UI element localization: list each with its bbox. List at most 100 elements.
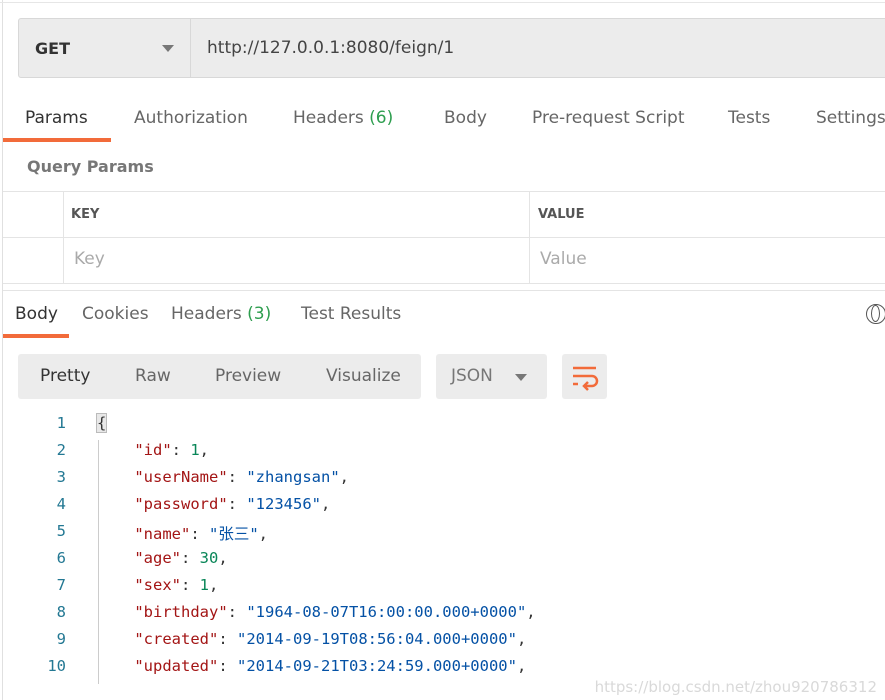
code-token: : (190, 525, 209, 543)
line-number: 4 (56, 495, 66, 513)
response-headers-label: Headers (171, 304, 242, 324)
response-tab-cookies[interactable]: Cookies (82, 304, 149, 324)
code-token: : (181, 576, 200, 594)
key-header: KEY (71, 207, 100, 222)
code-line: "sex": 1, (97, 576, 218, 594)
view-raw[interactable]: Raw (135, 366, 171, 386)
code-token: 1 (199, 576, 210, 594)
code-token: "2014-09-21T03:24:59.000+0000" (237, 657, 517, 675)
code-token: "zhangsan" (246, 468, 340, 486)
response-tab-test-results[interactable]: Test Results (301, 304, 401, 324)
tab-params[interactable]: Params (25, 108, 88, 128)
headers-count: (6) (369, 108, 394, 128)
line-number: 2 (56, 441, 66, 459)
left-border (2, 0, 3, 700)
code-token: , (199, 441, 210, 459)
code-token: "updated" (134, 657, 219, 675)
code-token: "created" (134, 630, 219, 648)
code-line: { (95, 413, 108, 433)
tab-pre-request-script[interactable]: Pre-request Script (532, 108, 685, 128)
code-line: "birthday": "1964-08-07T16:00:00.000+000… (97, 603, 536, 621)
response-headers-count: (3) (247, 304, 272, 324)
tab-headers-label: Headers (293, 108, 364, 128)
code-token: "sex" (134, 576, 181, 594)
code-token: "name" (134, 525, 191, 543)
code-token: { (95, 413, 108, 433)
globe-icon[interactable] (866, 304, 885, 324)
line-number: 7 (56, 576, 66, 594)
code-token: : (227, 495, 247, 513)
method-label: GET (35, 38, 70, 58)
tab-tests[interactable]: Tests (728, 108, 770, 128)
query-params-table: KEY VALUE Key Value (3, 191, 885, 284)
view-visualize[interactable]: Visualize (326, 366, 401, 386)
key-input[interactable]: Key (74, 249, 105, 269)
line-number: 6 (56, 549, 66, 567)
code-token: "1964-08-07T16:00:00.000+0000" (246, 603, 527, 621)
code-token: "123456" (246, 495, 321, 513)
view-pretty[interactable]: Pretty (40, 366, 90, 386)
active-tab-indicator (3, 138, 111, 142)
code-token: "userName" (134, 468, 228, 486)
code-token: "birthday" (134, 603, 228, 621)
pane-divider[interactable] (3, 290, 885, 291)
active-response-tab-indicator (3, 334, 69, 338)
top-border (0, 2, 885, 3)
line-number: 9 (56, 630, 66, 648)
line-number: 5 (56, 522, 66, 540)
code-token: , (209, 576, 219, 594)
code-token: , (516, 630, 527, 648)
code-token: 30 (199, 549, 219, 567)
code-line: "name": "张三", (97, 522, 268, 544)
code-token: "id" (134, 441, 172, 459)
tab-authorization[interactable]: Authorization (134, 108, 248, 128)
code-token: "2014-09-19T08:56:04.000+0000" (237, 630, 517, 648)
chevron-down-icon (162, 45, 174, 52)
code-line: "password": "123456", (97, 495, 330, 513)
request-bar: GET http://127.0.0.1:8080/feign/1 (18, 18, 885, 78)
line-number: 10 (47, 657, 66, 675)
value-header: VALUE (538, 207, 585, 222)
code-token: : (181, 549, 200, 567)
wrap-icon (573, 366, 599, 391)
tab-body[interactable]: Body (444, 108, 487, 128)
format-label: JSON (451, 366, 493, 386)
tab-settings[interactable]: Settings (816, 108, 885, 128)
code-token: , (258, 525, 269, 543)
tab-headers[interactable]: Headers (6) (293, 108, 393, 128)
code-token: "age" (134, 549, 181, 567)
code-token: , (320, 495, 331, 513)
code-token: , (516, 657, 527, 675)
code-token: , (526, 603, 536, 621)
code-token: : (218, 630, 237, 648)
code-line: "created": "2014-09-19T08:56:04.000+0000… (97, 630, 526, 648)
chevron-down-icon (515, 374, 527, 381)
code-token: "password" (134, 495, 228, 513)
wrap-lines-button[interactable] (562, 354, 607, 399)
code-line: "id": 1, (97, 441, 209, 459)
line-number: 8 (56, 603, 66, 621)
query-params-title: Query Params (27, 157, 154, 176)
value-input[interactable]: Value (540, 249, 587, 269)
response-tab-body[interactable]: Body (15, 304, 58, 324)
view-preview[interactable]: Preview (215, 366, 281, 386)
line-number: 3 (56, 468, 66, 486)
watermark: https://blog.csdn.net/zhou920786312 (594, 678, 877, 696)
response-tab-headers[interactable]: Headers (3) (171, 304, 271, 324)
code-token: 1 (190, 441, 200, 459)
format-select[interactable]: JSON (436, 354, 547, 399)
code-line: "age": 30, (97, 549, 228, 567)
code-token: "张三" (209, 525, 259, 543)
method-select[interactable]: GET (19, 19, 191, 77)
url-input[interactable]: http://127.0.0.1:8080/feign/1 (191, 19, 454, 77)
code-token: , (218, 549, 228, 567)
